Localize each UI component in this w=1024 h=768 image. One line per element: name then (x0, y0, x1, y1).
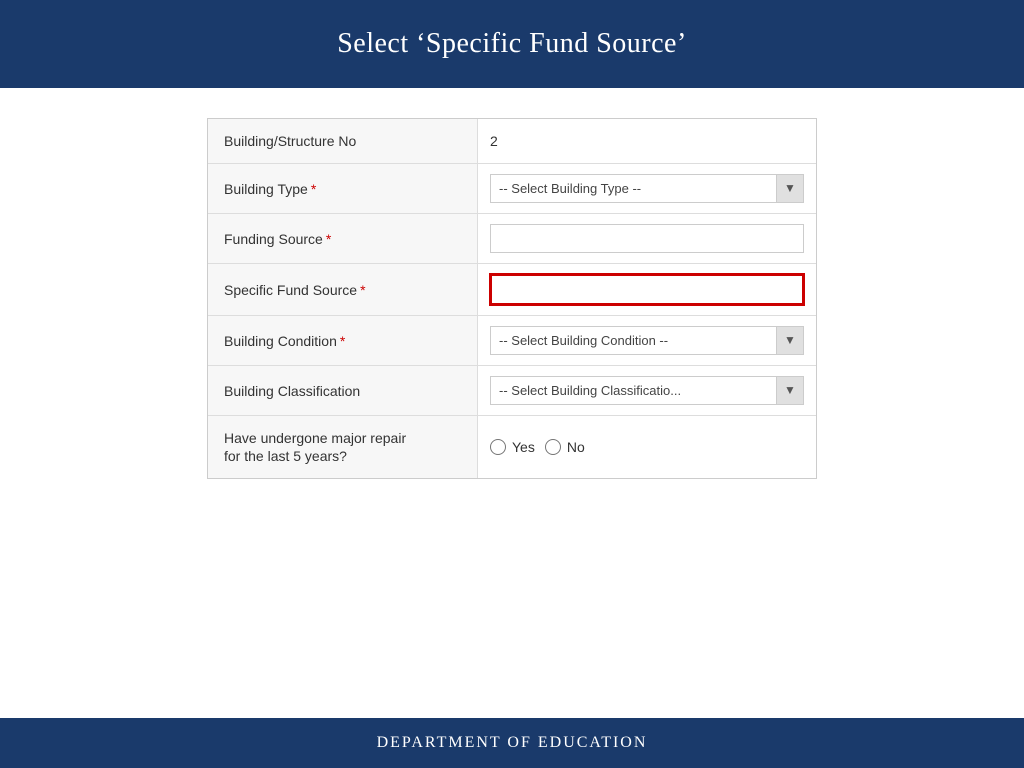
value-building-structure-no: 2 (490, 133, 498, 149)
label-building-classification: Building Classification (208, 366, 478, 415)
header-title: Select ‘Specific Fund Source’ (337, 28, 687, 59)
select-building-classification[interactable]: -- Select Building Classificatio... (490, 376, 804, 405)
label-building-condition: Building Condition * (208, 316, 478, 365)
field-building-type: -- Select Building Type -- ▼ (478, 164, 816, 213)
row-building-type: Building Type * -- Select Building Type … (208, 164, 816, 214)
required-marker-specific-fund-source: * (360, 282, 365, 298)
row-major-repair: Have undergone major repair for the last… (208, 416, 816, 478)
radio-yes-label: Yes (512, 439, 535, 455)
field-major-repair: Yes No (478, 416, 816, 478)
label-building-structure-no: Building/Structure No (208, 119, 478, 163)
label-building-type: Building Type * (208, 164, 478, 213)
field-funding-source (478, 214, 816, 263)
label-funding-source: Funding Source * (208, 214, 478, 263)
radio-option-no[interactable]: No (545, 439, 585, 455)
radio-group-major-repair: Yes No (490, 439, 585, 455)
header: Select ‘Specific Fund Source’ (0, 0, 1024, 88)
row-building-classification: Building Classification -- Select Buildi… (208, 366, 816, 416)
radio-yes[interactable] (490, 439, 506, 455)
radio-no[interactable] (545, 439, 561, 455)
radio-option-yes[interactable]: Yes (490, 439, 535, 455)
field-building-condition: -- Select Building Condition -- ▼ (478, 316, 816, 365)
required-marker-building-condition: * (340, 333, 345, 349)
label-specific-fund-source: Specific Fund Source * (208, 264, 478, 315)
field-building-structure-no: 2 (478, 119, 816, 163)
input-specific-fund-source[interactable] (490, 274, 804, 305)
required-marker-funding-source: * (326, 231, 331, 247)
footer-title: Department of Education (377, 734, 648, 751)
input-funding-source[interactable] (490, 224, 804, 253)
row-building-structure-no: Building/Structure No 2 (208, 119, 816, 164)
select-building-condition[interactable]: -- Select Building Condition -- (490, 326, 804, 355)
field-specific-fund-source (478, 264, 816, 315)
required-marker-building-type: * (311, 181, 316, 197)
label-major-repair: Have undergone major repair for the last… (208, 416, 478, 478)
select-building-type[interactable]: -- Select Building Type -- (490, 174, 804, 203)
field-building-classification: -- Select Building Classificatio... ▼ (478, 366, 816, 415)
main-content: Building/Structure No 2 Building Type * … (0, 88, 1024, 718)
row-funding-source: Funding Source * (208, 214, 816, 264)
footer: Department of Education (0, 718, 1024, 768)
form-container: Building/Structure No 2 Building Type * … (207, 118, 817, 479)
row-specific-fund-source: Specific Fund Source * (208, 264, 816, 316)
radio-no-label: No (567, 439, 585, 455)
row-building-condition: Building Condition * -- Select Building … (208, 316, 816, 366)
